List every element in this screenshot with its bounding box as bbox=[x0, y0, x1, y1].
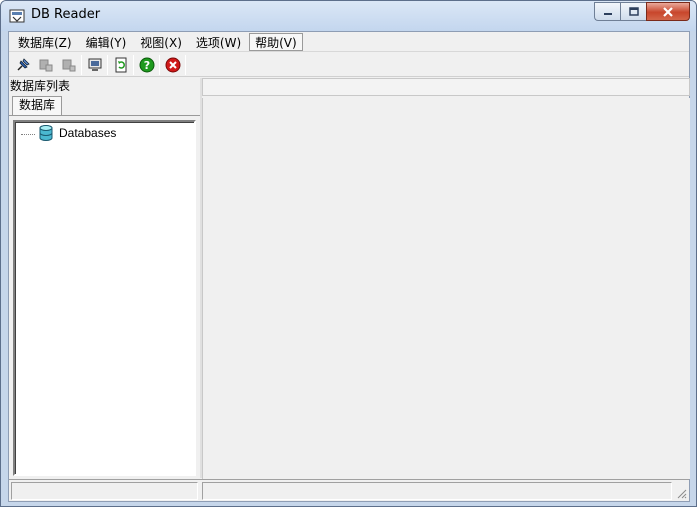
title-bar[interactable]: DB Reader bbox=[1, 1, 696, 31]
client-area: 数据库(Z) 编辑(Y) 视图(X) 选项(W) 帮助(V) ? 数据库列表 数… bbox=[8, 31, 690, 502]
help-icon: ? bbox=[139, 57, 154, 72]
toolbar-separator bbox=[185, 54, 186, 75]
pin-icon bbox=[16, 57, 30, 71]
tab-database[interactable]: 数据库 bbox=[12, 96, 62, 115]
toolbar-separator bbox=[81, 54, 82, 75]
toolbar-separator bbox=[107, 54, 108, 75]
menu-edit[interactable]: 编辑(Y) bbox=[80, 33, 133, 51]
connect-db-icon bbox=[39, 59, 52, 71]
minimize-button[interactable] bbox=[594, 2, 620, 21]
tree-connector bbox=[21, 133, 35, 135]
window-title: DB Reader bbox=[31, 7, 101, 22]
toolbar: ? bbox=[9, 53, 689, 77]
detail-panel bbox=[202, 98, 690, 479]
maximize-button[interactable] bbox=[620, 2, 646, 21]
resize-grip-icon[interactable] bbox=[675, 487, 687, 499]
toolbar-separator bbox=[133, 54, 134, 75]
caption-buttons bbox=[594, 2, 690, 22]
stop-icon bbox=[165, 57, 180, 72]
menu-help[interactable]: 帮助(V) bbox=[249, 32, 303, 51]
minimize-icon bbox=[603, 12, 612, 15]
close-button[interactable] bbox=[646, 2, 690, 21]
app-window: DB Reader 数据库(Z) 编辑(Y) 视图(X) 选项(W) 帮助(V) bbox=[0, 0, 697, 507]
close-icon bbox=[663, 6, 673, 17]
database-icon bbox=[39, 125, 53, 141]
menu-options[interactable]: 选项(W) bbox=[190, 33, 247, 51]
computer-icon bbox=[88, 58, 101, 71]
pin-button[interactable] bbox=[11, 54, 34, 76]
panel-caption: 数据库列表 bbox=[10, 79, 71, 93]
maximize-icon bbox=[628, 6, 639, 16]
disconnect-db-button[interactable] bbox=[57, 54, 80, 76]
toolbar-separator bbox=[159, 54, 160, 75]
refresh-button[interactable] bbox=[109, 54, 132, 76]
svg-text:?: ? bbox=[143, 59, 149, 72]
menu-database[interactable]: 数据库(Z) bbox=[12, 33, 78, 51]
menu-bar: 数据库(Z) 编辑(Y) 视图(X) 选项(W) 帮助(V) bbox=[9, 32, 689, 52]
connect-db-button[interactable] bbox=[34, 54, 57, 76]
database-tree[interactable]: Databases bbox=[13, 120, 196, 476]
tab-divider bbox=[9, 115, 200, 116]
status-pane-left bbox=[11, 482, 198, 500]
help-button[interactable]: ? bbox=[135, 54, 158, 76]
computer-button[interactable] bbox=[83, 54, 106, 76]
stop-button[interactable] bbox=[161, 54, 184, 76]
status-bar bbox=[9, 479, 689, 501]
app-icon bbox=[9, 9, 25, 23]
database-list-panel: 数据库列表 数据库 Databases bbox=[9, 78, 200, 478]
tree-item-label: Databases bbox=[59, 126, 117, 140]
disconnect-db-icon bbox=[62, 59, 75, 71]
detail-header bbox=[202, 78, 690, 96]
menu-view[interactable]: 视图(X) bbox=[134, 33, 188, 51]
tree-item-databases[interactable]: Databases bbox=[21, 124, 116, 142]
refresh-icon bbox=[115, 57, 126, 72]
status-pane-right bbox=[202, 482, 672, 500]
